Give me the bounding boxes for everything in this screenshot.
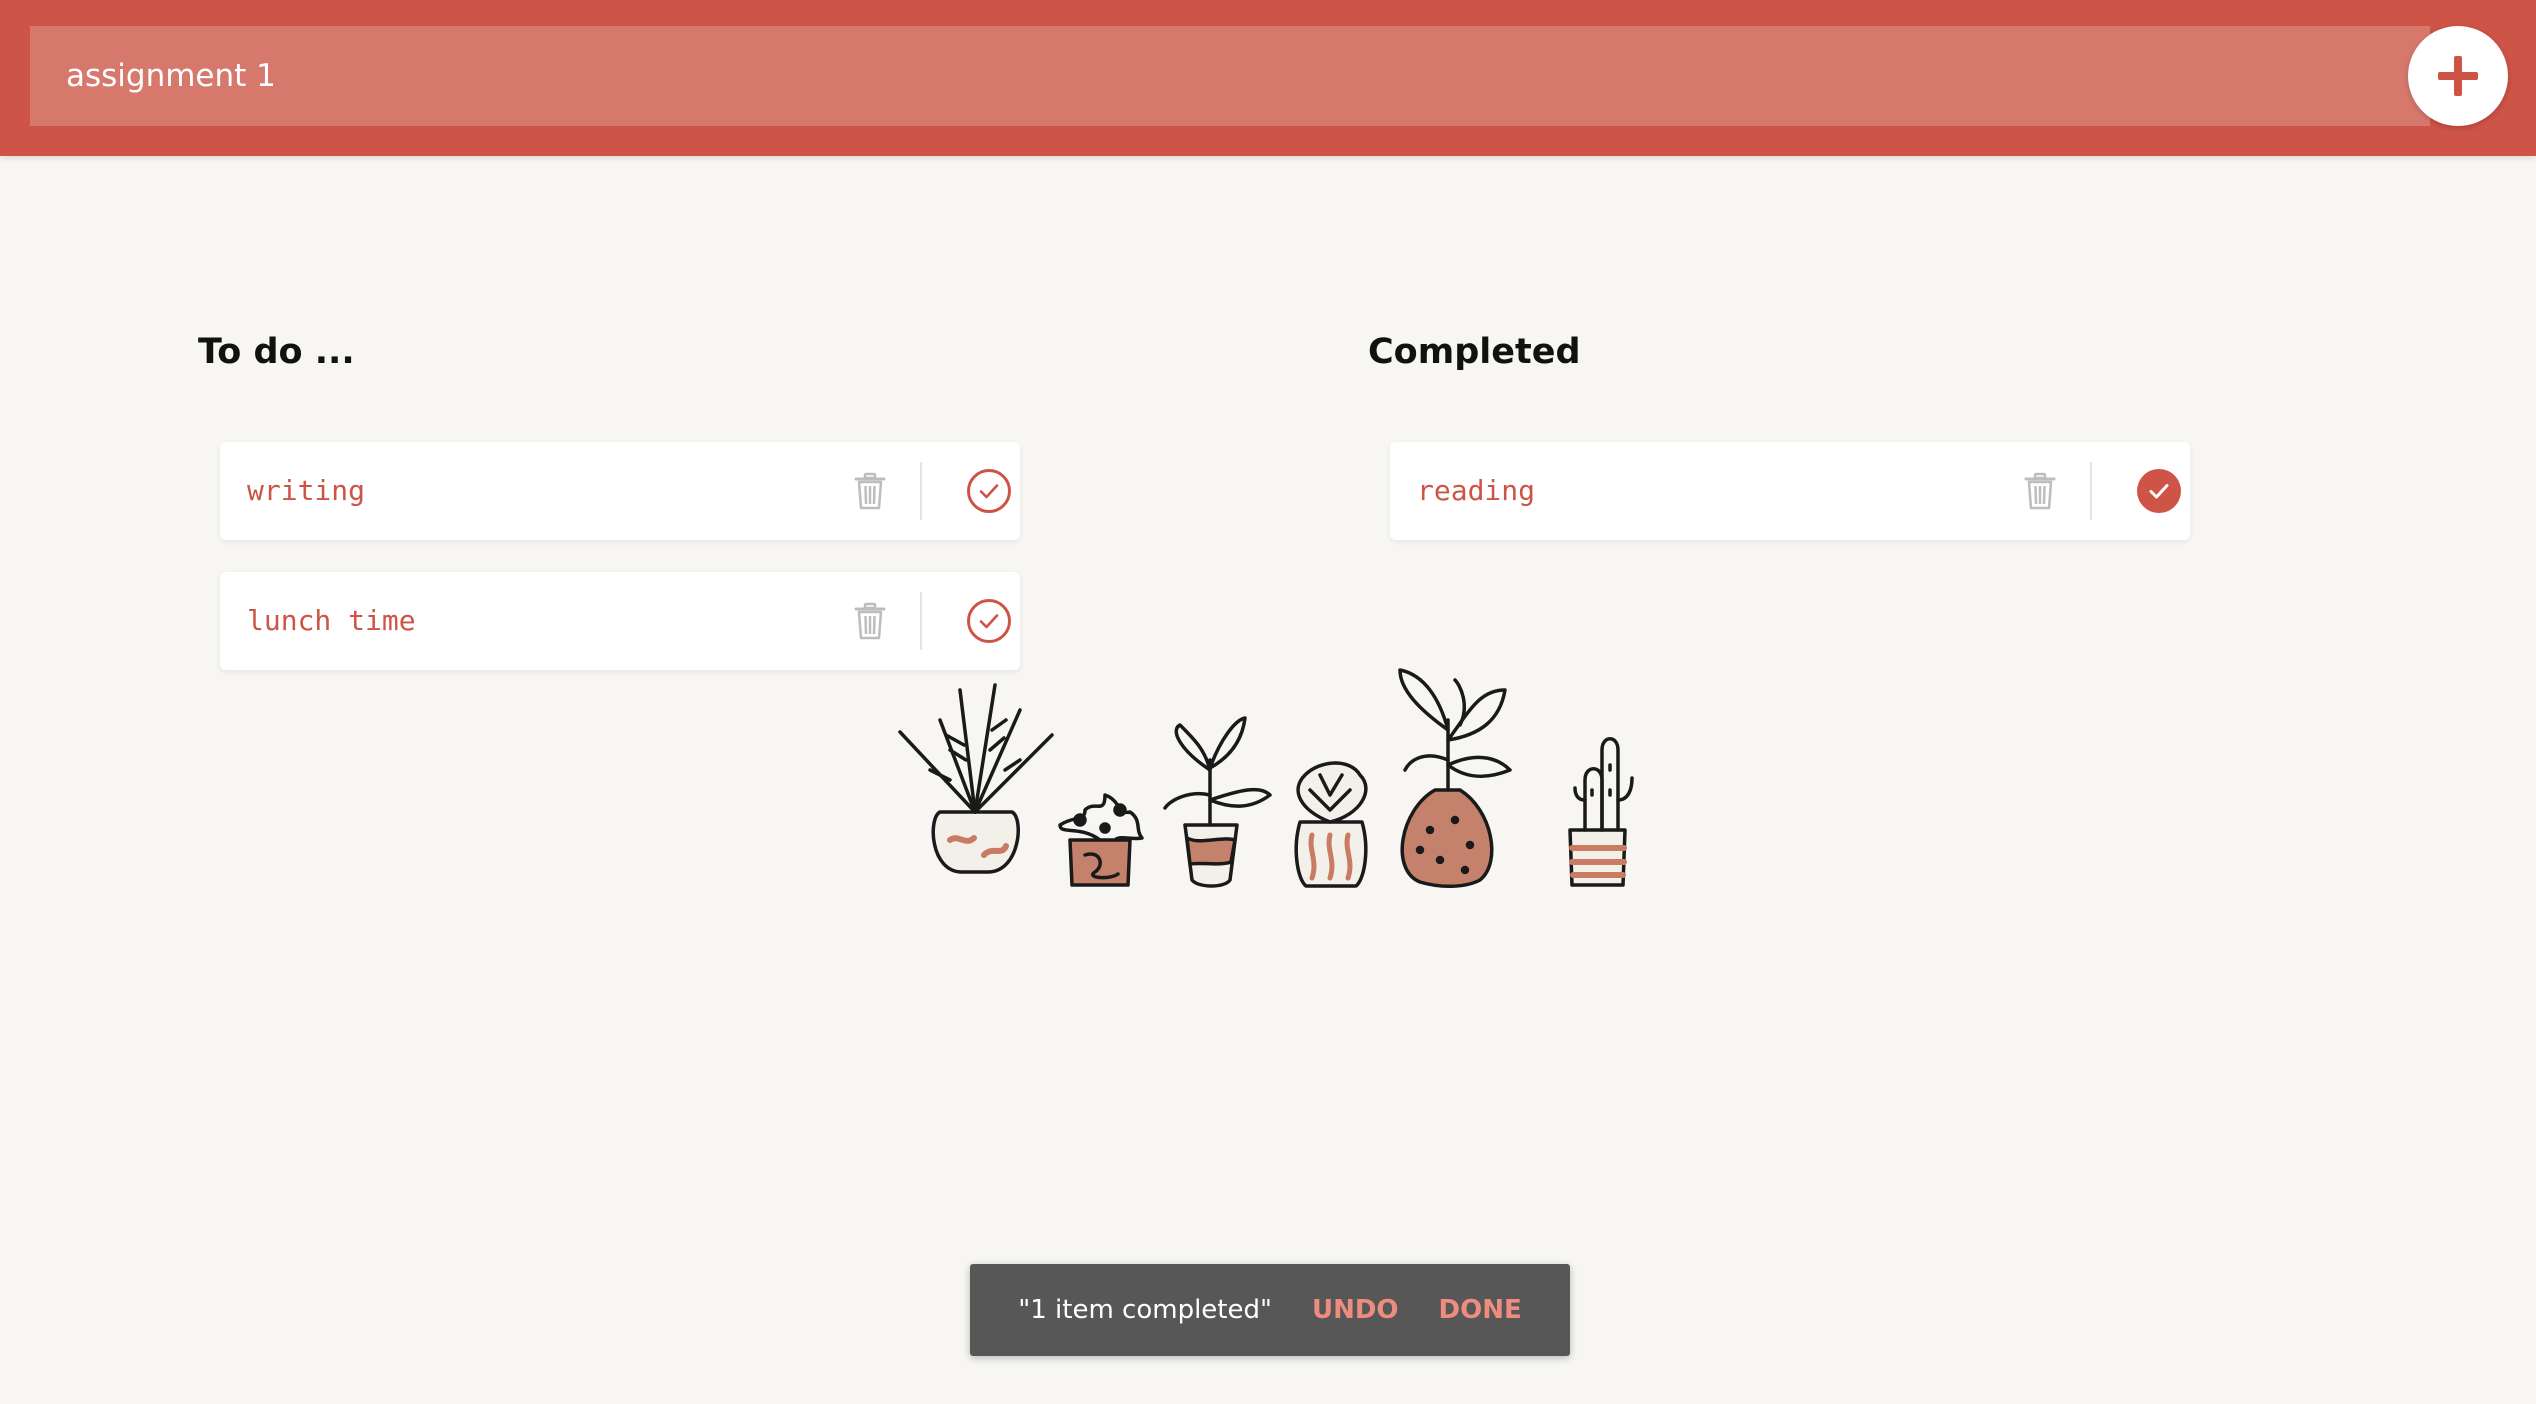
plus-icon xyxy=(2438,56,2478,96)
card-divider xyxy=(920,462,922,520)
check-circle-filled-icon[interactable] xyxy=(2136,468,2182,514)
header-bar xyxy=(0,0,2536,156)
potted-plants-illustration xyxy=(898,668,1634,888)
check-circle-icon[interactable] xyxy=(966,468,1012,514)
snackbar: "1 item completed" UNDO DONE xyxy=(970,1264,1570,1356)
done-button[interactable]: DONE xyxy=(1439,1295,1522,1325)
task-input[interactable] xyxy=(30,26,2430,126)
completed-section-title: Completed xyxy=(1368,332,1581,372)
completed-item: reading xyxy=(1390,442,2190,540)
check-circle-icon[interactable] xyxy=(966,598,1012,644)
todo-section-title: To do ... xyxy=(198,332,355,372)
todo-item-label: lunch time xyxy=(247,604,416,637)
undo-button[interactable]: UNDO xyxy=(1312,1295,1399,1325)
todo-item-label: writing xyxy=(247,474,366,507)
add-task-button[interactable] xyxy=(2408,26,2508,126)
todo-item: writing xyxy=(220,442,1020,540)
completed-item-label: reading xyxy=(1417,474,1536,507)
trash-icon[interactable] xyxy=(850,471,890,511)
card-divider xyxy=(2090,462,2092,520)
card-divider xyxy=(920,592,922,650)
trash-icon[interactable] xyxy=(850,601,890,641)
trash-icon[interactable] xyxy=(2020,471,2060,511)
snackbar-message: "1 item completed" xyxy=(1018,1295,1272,1325)
